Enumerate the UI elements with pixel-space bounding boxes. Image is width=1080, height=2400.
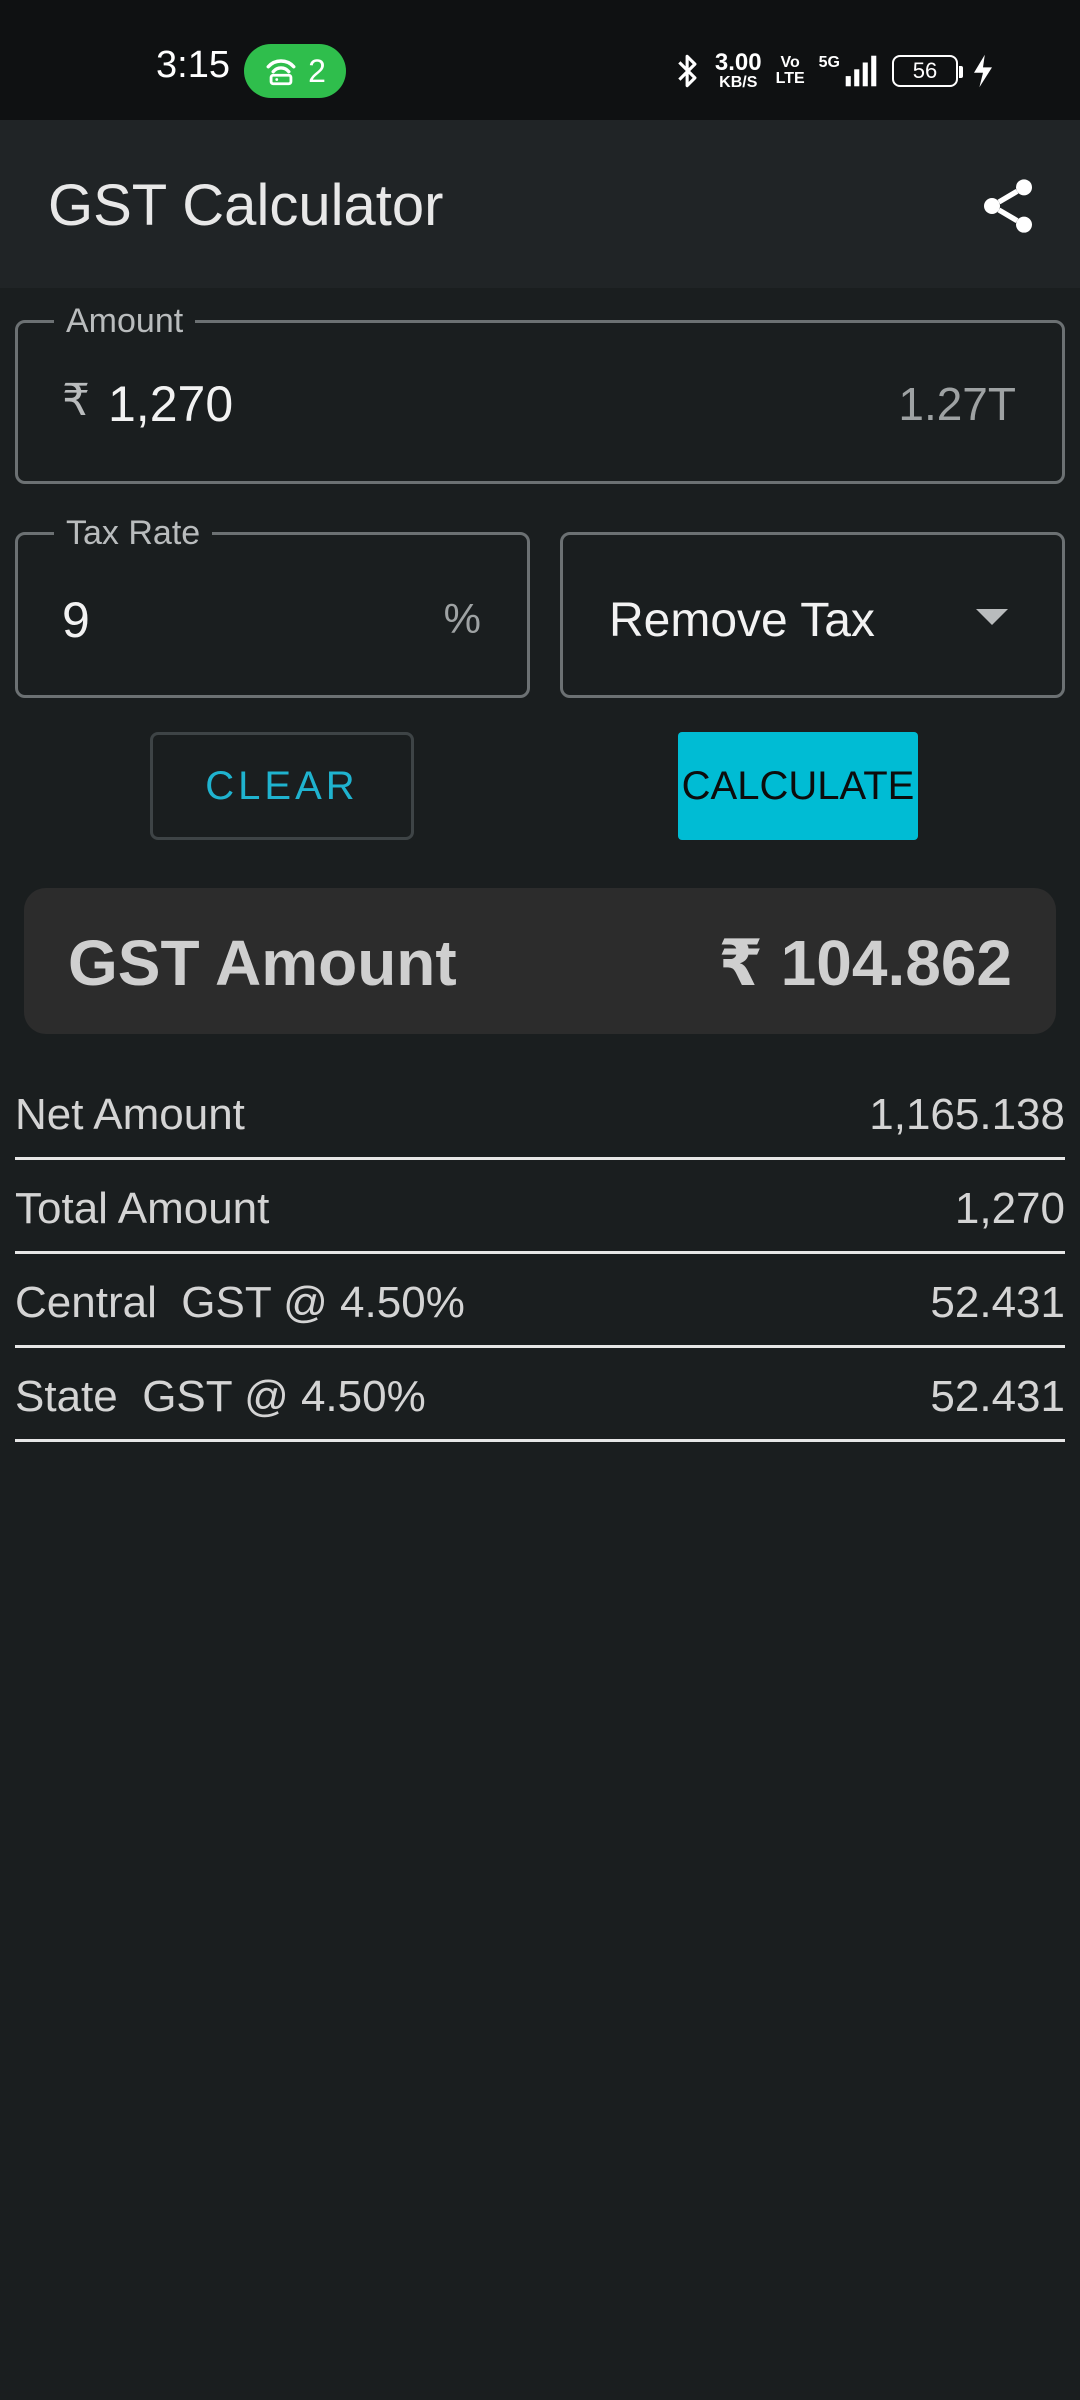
share-button[interactable]: [972, 170, 1044, 242]
result-value: 1,165.138: [869, 1090, 1065, 1139]
network-type: 5G: [818, 54, 840, 71]
share-icon: [984, 179, 1032, 233]
volte-indicator: Vo LTE: [776, 55, 805, 87]
tax-rate-label: Tax Rate: [54, 513, 213, 553]
tax-rate-input[interactable]: 9: [62, 591, 90, 649]
dropdown-arrow-icon: [976, 609, 1008, 625]
net-speed-unit: KB/S: [719, 74, 758, 91]
hotspot-indicator[interactable]: 2: [244, 44, 346, 98]
result-label: State GST @ 4.50%: [15, 1372, 426, 1421]
app-bar: GST Calculator: [0, 120, 1080, 288]
gst-amount-value: ₹ 104.862: [718, 927, 1012, 999]
status-time: 3:15: [156, 44, 230, 86]
net-speed-value: 3.00: [714, 49, 762, 76]
signal-icon: [845, 55, 877, 87]
tax-mode-dropdown[interactable]: Remove Tax: [560, 532, 1065, 698]
volte-top: Vo: [780, 54, 800, 71]
amount-input[interactable]: 1,270: [108, 375, 233, 433]
result-row-state-gst: State GST @ 4.50% 52.431: [15, 1348, 1065, 1442]
percent-suffix: %: [443, 595, 481, 642]
result-value: 52.431: [930, 1278, 1065, 1327]
net-speed: 3.00 KB/S: [715, 51, 762, 91]
battery-icon: 56: [892, 55, 963, 87]
status-icons: 3.00 KB/S Vo LTE 5G 56: [675, 46, 994, 96]
rupee-icon: ₹: [62, 376, 90, 425]
status-bar: 3:15 2 3.00 KB/S Vo LTE 5G 56: [0, 0, 1080, 120]
amount-suffix: 1.27T: [898, 378, 1016, 430]
hotspot-count: 2: [308, 52, 326, 89]
amount-field[interactable]: Amount ₹ 1,270 1.27T: [15, 301, 1065, 484]
result-row-total-amount: Total Amount 1,270: [15, 1160, 1065, 1254]
hotspot-icon: [266, 59, 296, 86]
signal-indicator: 5G: [819, 54, 878, 88]
gst-amount-card: GST Amount ₹ 104.862: [24, 888, 1056, 1034]
app-title: GST Calculator: [48, 173, 444, 238]
result-value: 52.431: [930, 1372, 1065, 1421]
battery-level: 56: [912, 58, 938, 83]
result-label: Net Amount: [15, 1090, 245, 1139]
clear-button[interactable]: CLEAR: [150, 732, 414, 840]
amount-label: Amount: [54, 301, 196, 341]
result-label: Central GST @ 4.50%: [15, 1278, 465, 1327]
calculate-button[interactable]: CALCULATE: [678, 732, 918, 840]
charging-icon: [974, 54, 992, 88]
gst-amount-label: GST Amount: [68, 927, 457, 999]
bluetooth-icon: [678, 54, 697, 88]
result-row-central-gst: Central GST @ 4.50% 52.431: [15, 1254, 1065, 1348]
result-row-net-amount: Net Amount 1,165.138: [15, 1066, 1065, 1160]
result-value: 1,270: [954, 1184, 1065, 1233]
volte-bottom: LTE: [775, 70, 805, 87]
tax-mode-selected: Remove Tax: [609, 594, 875, 647]
tax-rate-field[interactable]: Tax Rate 9 %: [15, 513, 530, 698]
result-label: Total Amount: [15, 1184, 270, 1233]
